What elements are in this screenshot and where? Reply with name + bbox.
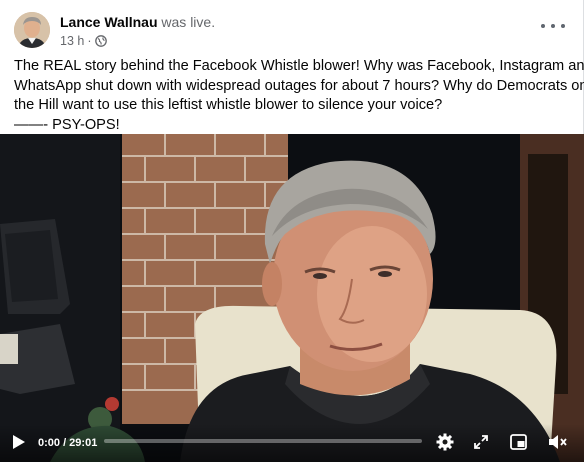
video-player[interactable]: 0:00 / 29:01 [0,134,584,462]
post-text-line: ——- PSY-OPS! [14,116,120,133]
post-text-line: WhatsApp shut down with widespread outag… [14,77,584,94]
post-text: The REAL story behind the Facebook Whist… [14,57,584,135]
avatar-image [14,12,50,48]
play-icon[interactable] [12,434,26,450]
video-time: 0:00 / 29:01 [38,437,98,449]
post-subline: 13 h · [60,33,215,49]
fullscreen-icon[interactable] [473,434,489,450]
more-options-icon[interactable] [541,18,565,34]
separator-dot: · [87,34,92,48]
post-header: Lance Wallnau was live. 13 h · [14,12,569,52]
post-text-line: The REAL story behind the Facebook Whist… [14,58,584,74]
globe-icon[interactable] [94,35,107,47]
author-name[interactable]: Lance Wallnau [60,14,158,30]
post-meta: Lance Wallnau was live. 13 h · [60,13,215,49]
settings-icon[interactable] [436,433,454,451]
live-status: was live. [161,14,216,30]
progress-bar[interactable] [104,439,422,443]
facebook-post: Lance Wallnau was live. 13 h · The REAL … [0,0,584,462]
video-frame [0,134,584,462]
avatar[interactable] [14,12,50,48]
miniplayer-icon[interactable] [510,434,527,450]
volume-icon[interactable] [548,434,568,450]
video-controls: 0:00 / 29:01 [0,424,584,462]
author-line: Lance Wallnau was live. [60,13,215,31]
post-timestamp[interactable]: 13 h [60,33,84,49]
post-text-line: the Hill want to use this leftist whistl… [14,97,443,113]
